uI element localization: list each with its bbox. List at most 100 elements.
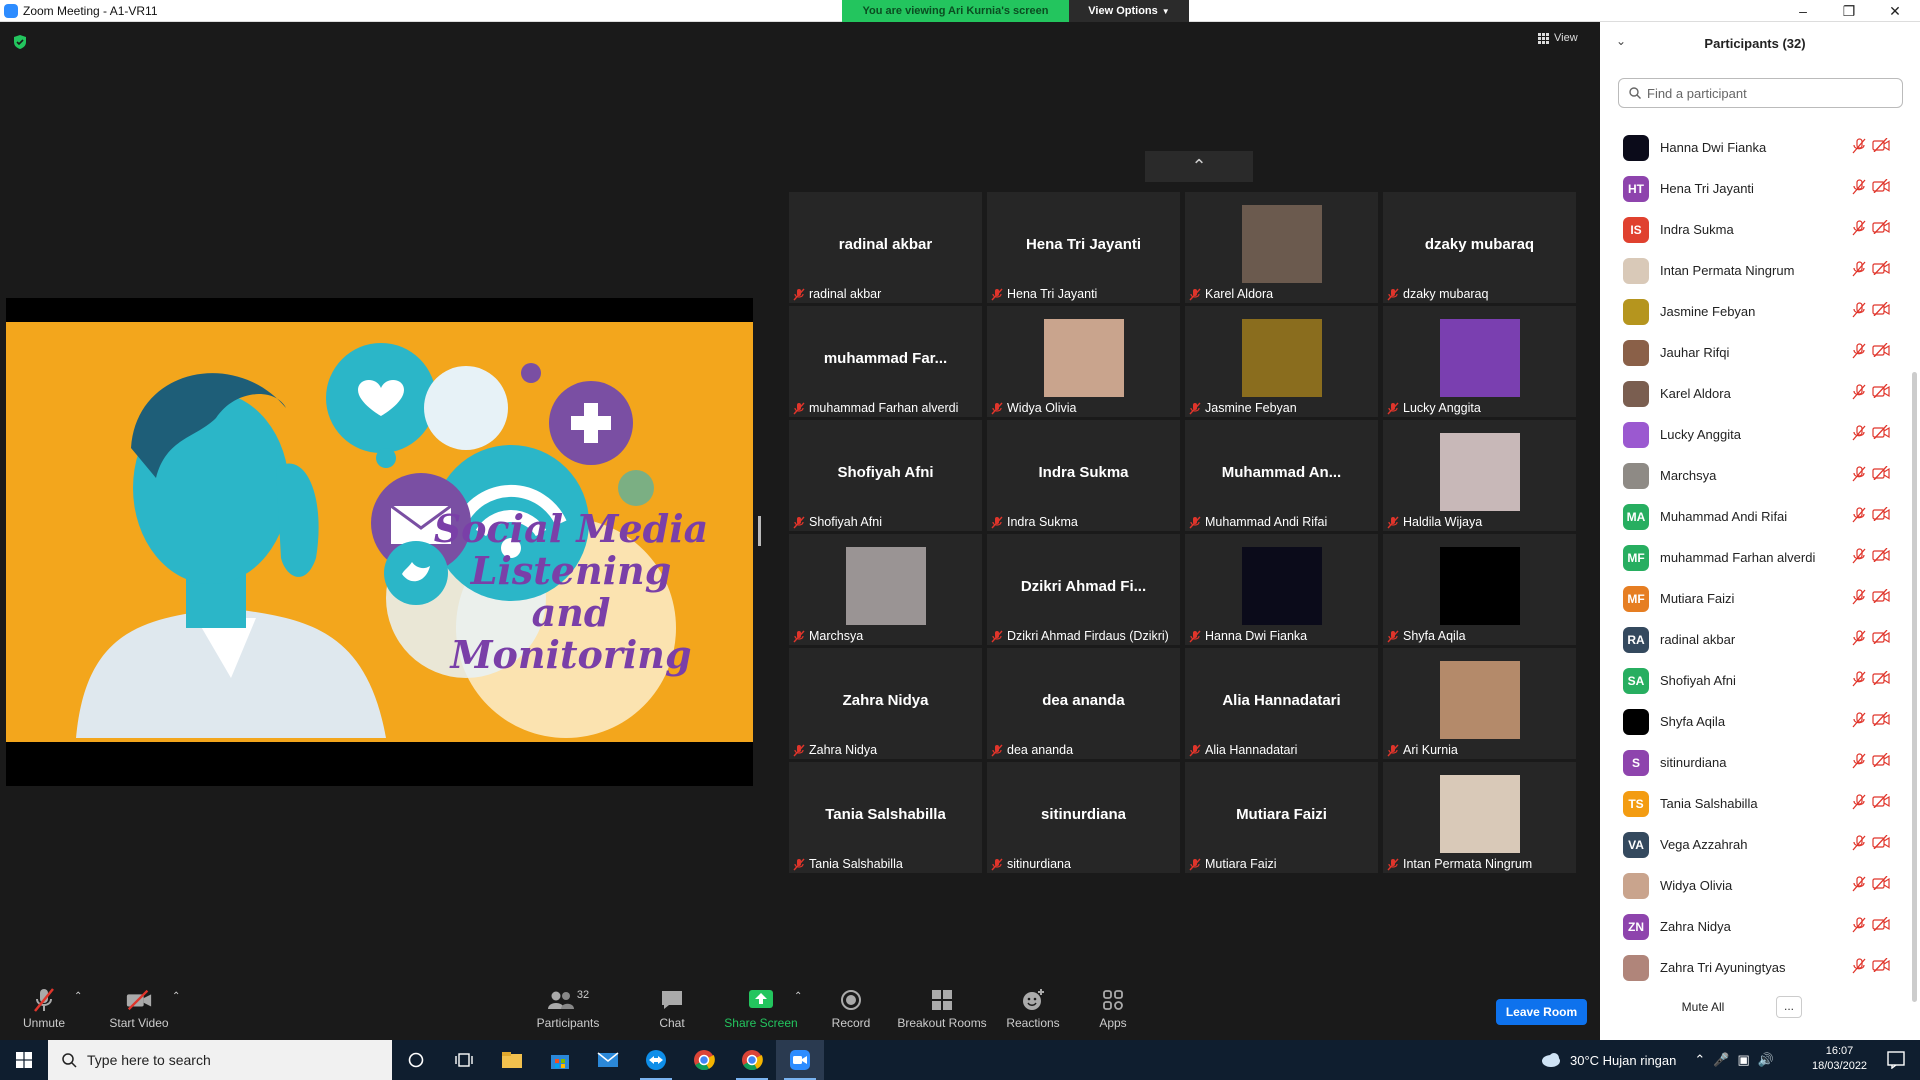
- participant-row[interactable]: Marchsya: [1600, 454, 1906, 495]
- participant-row[interactable]: SA Shofiyah Afni: [1600, 659, 1906, 700]
- splitter-handle[interactable]: [758, 516, 761, 546]
- video-tile[interactable]: Jasmine Febyan: [1185, 306, 1378, 417]
- participant-row[interactable]: VA Vega Azzahrah: [1600, 823, 1906, 864]
- store-button[interactable]: [536, 1040, 584, 1080]
- leave-room-button[interactable]: Leave Room: [1496, 999, 1587, 1025]
- share-options-caret[interactable]: ⌃: [794, 991, 802, 1002]
- video-tile[interactable]: Ari Kurnia: [1383, 648, 1576, 759]
- video-tile[interactable]: Shofiyah Afni Shofiyah Afni: [789, 420, 982, 531]
- close-button[interactable]: ✕: [1872, 0, 1918, 22]
- participant-row[interactable]: Shyfa Aqila: [1600, 700, 1906, 741]
- video-tile[interactable]: Shyfa Aqila: [1383, 534, 1576, 645]
- apps-icon: [1099, 987, 1127, 1013]
- video-tile[interactable]: Haldila Wijaya: [1383, 420, 1576, 531]
- unmute-button[interactable]: Unmute: [16, 977, 72, 1040]
- participant-row[interactable]: Karel Aldora: [1600, 372, 1906, 413]
- view-options-button[interactable]: View Options ▼: [1069, 0, 1189, 22]
- participant-row[interactable]: Jasmine Febyan: [1600, 290, 1906, 331]
- video-tile[interactable]: Dzikri Ahmad Fi... Dzikri Ahmad Firdaus (…: [987, 534, 1180, 645]
- participants-scrollbar[interactable]: [1912, 372, 1917, 1002]
- start-button[interactable]: [0, 1040, 48, 1080]
- participant-row[interactable]: MF muhammad Farhan alverdi: [1600, 536, 1906, 577]
- video-tile[interactable]: Alia Hannadatari Alia Hannadatari: [1185, 648, 1378, 759]
- breakout-rooms-button[interactable]: Breakout Rooms: [896, 977, 988, 1040]
- participant-row[interactable]: Ssitinurdiana: [1600, 741, 1906, 782]
- participant-row[interactable]: Lucky Anggita: [1600, 413, 1906, 454]
- participant-row[interactable]: Intan Permata Ningrum: [1600, 249, 1906, 290]
- video-tile[interactable]: Widya Olivia: [987, 306, 1180, 417]
- more-options-button[interactable]: ...: [1776, 996, 1802, 1018]
- file-explorer-button[interactable]: [488, 1040, 536, 1080]
- participant-row[interactable]: MA Muhammad Andi Rifai: [1600, 495, 1906, 536]
- video-tile[interactable]: dzaky mubaraq dzaky mubaraq: [1383, 192, 1576, 303]
- video-tile[interactable]: sitinurdiana sitinurdiana: [987, 762, 1180, 873]
- notifications-button[interactable]: [1872, 1040, 1920, 1080]
- video-tile[interactable]: Zahra Nidya Zahra Nidya: [789, 648, 982, 759]
- chevron-up-icon[interactable]: ⌃: [1694, 1052, 1705, 1068]
- tile-participant-name: Zahra Nidya: [809, 743, 878, 757]
- maximize-button[interactable]: ❐: [1826, 0, 1872, 22]
- network-icon[interactable]: ▣: [1737, 1052, 1749, 1068]
- video-tile[interactable]: muhammad Far... muhammad Farhan alverdi: [789, 306, 982, 417]
- participant-row[interactable]: RA radinal akbar: [1600, 618, 1906, 659]
- video-options-caret[interactable]: ⌃: [172, 991, 180, 1002]
- participant-row[interactable]: MF Mutiara Faizi: [1600, 577, 1906, 618]
- reactions-button[interactable]: Reactions: [1004, 977, 1062, 1040]
- video-tile[interactable]: radinal akbar radinal akbar: [789, 192, 982, 303]
- teamviewer-button[interactable]: [632, 1040, 680, 1080]
- start-video-button[interactable]: Start Video: [104, 977, 174, 1040]
- participant-row[interactable]: Widya Olivia: [1600, 864, 1906, 905]
- zoom-taskbar-button[interactable]: [776, 1040, 824, 1080]
- chat-button[interactable]: Chat: [652, 977, 692, 1040]
- store-icon: [551, 1055, 569, 1069]
- video-tile[interactable]: Karel Aldora: [1185, 192, 1378, 303]
- video-tile[interactable]: Lucky Anggita: [1383, 306, 1576, 417]
- video-tile[interactable]: Tania Salshabilla Tania Salshabilla: [789, 762, 982, 873]
- tile-name-label: Tania Salshabilla: [793, 857, 903, 871]
- participant-row[interactable]: Hanna Dwi Fianka: [1600, 126, 1906, 167]
- volume-icon[interactable]: 🔊: [1758, 1052, 1774, 1068]
- video-tile[interactable]: Muhammad An... Muhammad Andi Rifai: [1185, 420, 1378, 531]
- video-tile[interactable]: Marchsya: [789, 534, 982, 645]
- scroll-up-button[interactable]: ⌃: [1145, 151, 1253, 182]
- video-off-icon: [1872, 670, 1890, 692]
- participant-row[interactable]: IS Indra Sukma: [1600, 208, 1906, 249]
- video-off-icon: [1872, 875, 1890, 897]
- tile-participant-name: Hena Tri Jayanti: [1007, 287, 1098, 301]
- participant-row[interactable]: Zahra Tri Ayuningtyas: [1600, 946, 1906, 987]
- participant-search-input[interactable]: Find a participant: [1618, 78, 1903, 108]
- participant-row[interactable]: HT Hena Tri Jayanti: [1600, 167, 1906, 208]
- minimize-button[interactable]: –: [1780, 0, 1826, 22]
- view-button[interactable]: View: [1538, 32, 1578, 44]
- apps-button[interactable]: Apps: [1096, 977, 1130, 1040]
- mute-all-button[interactable]: Mute All: [1668, 1000, 1738, 1014]
- mail-button[interactable]: [584, 1040, 632, 1080]
- record-button[interactable]: Record: [830, 977, 872, 1040]
- video-off-icon: [1872, 793, 1890, 815]
- video-tile[interactable]: Hena Tri Jayanti Hena Tri Jayanti: [987, 192, 1180, 303]
- encryption-shield-icon[interactable]: [12, 34, 28, 50]
- participant-row[interactable]: Jauhar Rifqi: [1600, 331, 1906, 372]
- video-tile[interactable]: Hanna Dwi Fianka: [1185, 534, 1378, 645]
- taskbar-clock[interactable]: 16:07 18/03/2022: [1812, 1044, 1867, 1074]
- muted-mic-icon: [1852, 138, 1866, 159]
- muted-mic-icon: [1852, 712, 1866, 733]
- video-tile[interactable]: Mutiara Faizi Mutiara Faizi: [1185, 762, 1378, 873]
- audio-options-caret[interactable]: ⌃: [74, 991, 82, 1002]
- task-view-button[interactable]: [440, 1040, 488, 1080]
- chrome-profile-button[interactable]: [728, 1040, 776, 1080]
- video-tile[interactable]: Intan Permata Ningrum: [1383, 762, 1576, 873]
- participant-row[interactable]: ZN Zahra Nidya: [1600, 905, 1906, 946]
- avatar: [1623, 709, 1649, 735]
- microphone-icon[interactable]: 🎤: [1713, 1052, 1729, 1068]
- taskbar-search-input[interactable]: Type here to search: [48, 1040, 392, 1080]
- participant-row[interactable]: TS Tania Salshabilla: [1600, 782, 1906, 823]
- video-off-icon: [1872, 547, 1890, 569]
- chrome-button[interactable]: [680, 1040, 728, 1080]
- weather-text[interactable]: 30°C Hujan ringan: [1570, 1053, 1676, 1068]
- cortana-button[interactable]: [392, 1040, 440, 1080]
- video-tile[interactable]: dea ananda dea ananda: [987, 648, 1180, 759]
- video-tile[interactable]: Indra Sukma Indra Sukma: [987, 420, 1180, 531]
- participants-button[interactable]: 32 Participants: [530, 977, 606, 1040]
- share-screen-button[interactable]: Share Screen: [722, 977, 800, 1040]
